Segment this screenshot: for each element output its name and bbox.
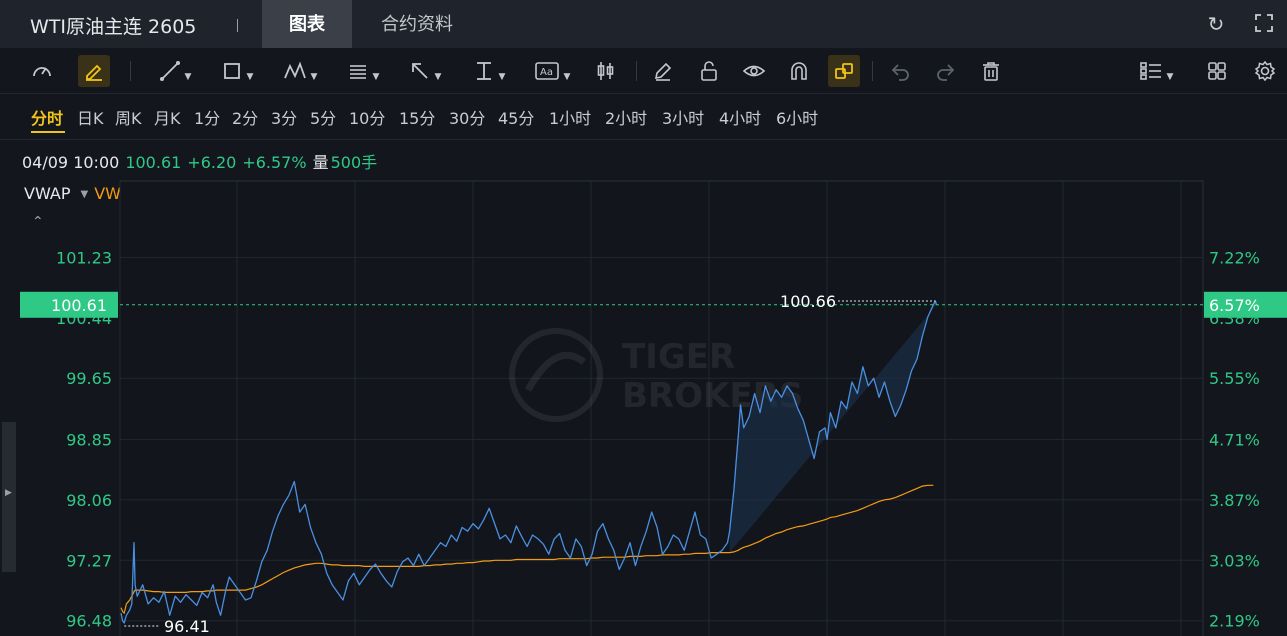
y-tick-label-left: 101.23 xyxy=(56,248,112,267)
y-tick-label-left: 97.27 xyxy=(66,551,112,570)
y-tick-label-left: 96.48 xyxy=(66,612,112,631)
price-chart[interactable]: TIGER BROKERS 101.23 7.22%99.65 5.55%98.85… xyxy=(0,0,1287,636)
y-tick-label-right: 3.03% xyxy=(1209,551,1260,570)
y-tick-label-left: 99.65 xyxy=(66,369,112,388)
current-pct-tag-label: 6.57% xyxy=(1209,296,1260,315)
y-tick-label-right: 5.55% xyxy=(1209,369,1260,388)
current-price-tag-label: 100.61 xyxy=(51,296,107,315)
low-marker-label: 96.41 xyxy=(164,617,210,636)
y-tick-label-left: 98.85 xyxy=(66,430,112,449)
svg-text:TIGER: TIGER xyxy=(622,337,735,377)
y-tick-label-left: 98.06 xyxy=(66,491,112,510)
y-tick-label-right: 2.19% xyxy=(1209,612,1260,631)
y-tick-label-right: 4.71% xyxy=(1209,430,1260,449)
y-tick-label-right: 7.22% xyxy=(1209,248,1260,267)
high-marker-label: 100.66 xyxy=(780,292,836,311)
y-tick-label-right: 3.87% xyxy=(1209,491,1260,510)
